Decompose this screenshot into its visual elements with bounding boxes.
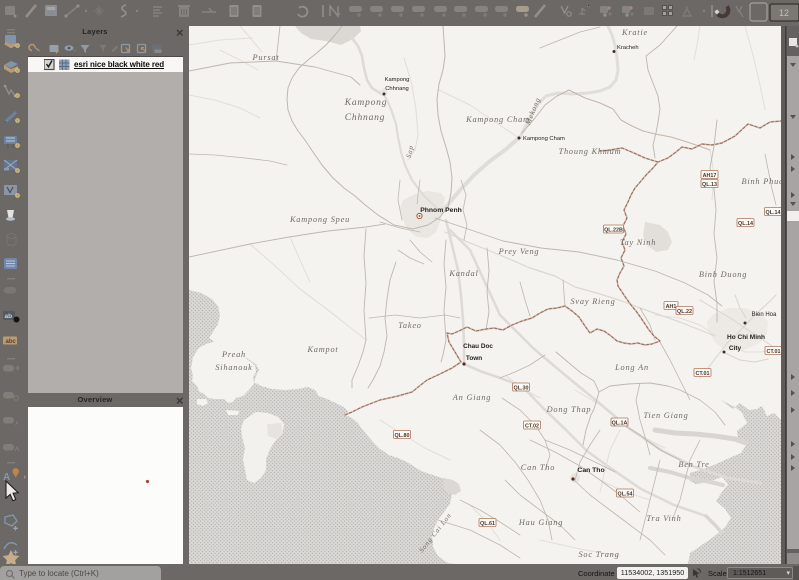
svg-text:QL.22B: QL.22B <box>604 227 623 233</box>
svg-text:ab: ab <box>5 313 13 320</box>
svg-text:Hau Giang: Hau Giang <box>518 518 563 527</box>
svg-text:Chau Doc: Chau Doc <box>463 343 493 350</box>
svg-text:Kampong: Kampong <box>385 77 410 83</box>
svg-text:AH17: AH17 <box>703 173 717 179</box>
svg-text:QL.30: QL.30 <box>514 385 529 391</box>
svg-text:Chhnang: Chhnang <box>345 113 385 123</box>
svg-text:Tien Giang: Tien Giang <box>643 411 688 420</box>
svg-text:Kratie: Kratie <box>621 28 648 37</box>
svg-text:QL.54: QL.54 <box>618 491 633 497</box>
svg-text:CT.02: CT.02 <box>525 423 539 429</box>
svg-text:12: 12 <box>779 8 789 18</box>
svg-text:AH1: AH1 <box>666 304 677 310</box>
svg-text:Binh Phuoc: Binh Phuoc <box>742 177 781 186</box>
svg-text:CT.01: CT.01 <box>766 349 780 355</box>
svg-text:Bien Hoa: Bien Hoa <box>752 312 777 318</box>
svg-text:QL.22: QL.22 <box>677 309 692 315</box>
svg-text:Kracheh: Kracheh <box>617 45 639 51</box>
svg-text:Dong Thap: Dong Thap <box>546 405 592 414</box>
svg-text:abc: abc <box>6 339 17 345</box>
svg-text:Kandal: Kandal <box>448 269 478 278</box>
svg-text:QL.13: QL.13 <box>702 182 717 188</box>
svg-text:Kampong: Kampong <box>344 98 388 108</box>
svg-text:Phnom Penh: Phnom Penh <box>420 207 462 214</box>
svg-text:QL.14: QL.14 <box>766 210 781 216</box>
svg-text:Preah: Preah <box>221 350 246 359</box>
svg-text:Long An: Long An <box>614 363 649 372</box>
svg-text:Sihanouk: Sihanouk <box>215 363 252 372</box>
svg-text:Soc Trang: Soc Trang <box>578 550 619 559</box>
svg-text:City: City <box>729 345 742 352</box>
svg-text:Thoung Khmum: Thoung Khmum <box>559 147 622 156</box>
svg-text:Can Tho: Can Tho <box>577 467 604 474</box>
svg-text:Chhnang: Chhnang <box>385 86 409 92</box>
svg-text:Kampong Cham: Kampong Cham <box>465 115 530 124</box>
svg-text:QL.61: QL.61 <box>480 521 495 527</box>
svg-text:Ho Chi Minh: Ho Chi Minh <box>727 334 765 341</box>
svg-text:Can Tho: Can Tho <box>521 463 555 472</box>
svg-text:An Giang: An Giang <box>452 393 491 402</box>
svg-text:Town: Town <box>466 355 482 362</box>
svg-text:Kampong Cham: Kampong Cham <box>523 136 565 142</box>
svg-text:CT.01: CT.01 <box>695 371 709 377</box>
svg-text:Kampot: Kampot <box>306 345 338 354</box>
svg-text:Tay Ninh: Tay Ninh <box>620 238 656 247</box>
svg-text:Ben Tre: Ben Tre <box>678 460 709 469</box>
svg-text:Kampong Speu: Kampong Speu <box>289 215 350 224</box>
svg-text:Pursat: Pursat <box>252 53 280 62</box>
svg-text:QL.80: QL.80 <box>395 433 410 439</box>
svg-text:Binh Duong: Binh Duong <box>699 270 747 279</box>
svg-text:Tra Vinh: Tra Vinh <box>646 514 681 523</box>
svg-text:QL.1A: QL.1A <box>612 420 628 426</box>
svg-text:Takeo: Takeo <box>398 321 422 330</box>
svg-text:Svay Rieng: Svay Rieng <box>570 297 615 306</box>
svg-text:Prey Veng: Prey Veng <box>498 247 540 256</box>
svg-text:QL.14: QL.14 <box>738 221 753 227</box>
